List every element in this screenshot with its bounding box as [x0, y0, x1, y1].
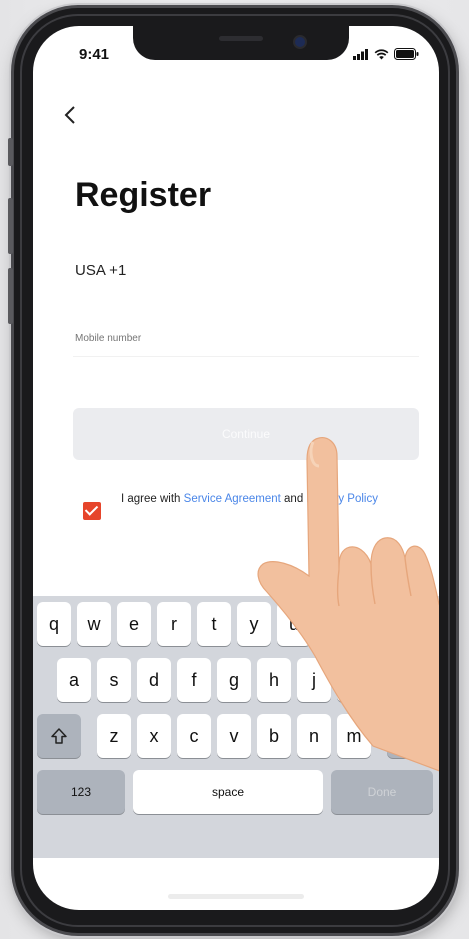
country-code-selector[interactable]: USA +1 — [75, 262, 126, 279]
battery-icon — [394, 48, 419, 60]
key-f[interactable]: f — [177, 658, 211, 702]
input-underline — [73, 356, 419, 357]
space-key[interactable]: space — [133, 770, 323, 814]
key-s[interactable]: s — [97, 658, 131, 702]
done-key[interactable]: Done — [331, 770, 433, 814]
key-r[interactable]: r — [157, 602, 191, 646]
volume-up-button — [8, 198, 13, 254]
front-camera — [293, 35, 307, 49]
key-a[interactable]: a — [57, 658, 91, 702]
signal-icon — [353, 48, 368, 60]
key-y[interactable]: y — [237, 602, 271, 646]
key-x[interactable]: x — [137, 714, 171, 758]
mute-switch — [8, 138, 13, 166]
status-time: 9:41 — [79, 46, 110, 63]
key-e[interactable]: e — [117, 602, 151, 646]
backspace-icon — [399, 728, 420, 744]
key-u[interactable]: u — [277, 602, 311, 646]
key-t[interactable]: t — [197, 602, 231, 646]
key-p[interactable]: p — [397, 602, 433, 646]
key-j[interactable]: j — [297, 658, 331, 702]
agreement-checkbox[interactable] — [83, 502, 101, 520]
backspace-key[interactable] — [387, 714, 433, 758]
back-button[interactable] — [63, 104, 77, 130]
privacy-policy-link[interactable]: Privacy Policy — [306, 493, 378, 505]
agreement-prefix: I agree with — [121, 493, 184, 505]
key-n[interactable]: n — [297, 714, 331, 758]
key-g[interactable]: g — [217, 658, 251, 702]
keyboard-row-3: z x c v b n m — [33, 714, 439, 760]
key-h[interactable]: h — [257, 658, 291, 702]
keyboard-row-4: 123 space Done — [33, 770, 439, 816]
chevron-left-icon — [64, 106, 75, 124]
volume-down-button — [8, 268, 13, 324]
keyboard-row-2: a s d f g h j k l — [33, 658, 439, 704]
keyboard: q w e r t y u i o p a s d f g h j k l z … — [33, 596, 439, 858]
status-icons — [353, 48, 419, 60]
key-k[interactable]: k — [337, 658, 371, 702]
key-q[interactable]: q — [37, 602, 71, 646]
key-c[interactable]: c — [177, 714, 211, 758]
phone-number-input[interactable] — [73, 326, 417, 350]
numbers-key[interactable]: 123 — [37, 770, 125, 814]
wifi-icon — [374, 48, 389, 59]
speaker — [219, 36, 263, 41]
agreement-text: I agree with Service Agreement and Priva… — [121, 492, 411, 506]
agreement-middle: and — [280, 493, 307, 505]
screen: 9:41 Register USA +1 Continue — [33, 26, 439, 910]
key-z[interactable]: z — [97, 714, 131, 758]
notch — [133, 26, 349, 60]
key-b[interactable]: b — [257, 714, 291, 758]
service-agreement-link[interactable]: Service Agreement — [184, 493, 281, 505]
shift-icon — [51, 728, 67, 744]
key-i[interactable]: i — [317, 602, 351, 646]
keyboard-row-1: q w e r t y u i o p — [33, 602, 439, 648]
home-indicator — [168, 894, 304, 899]
continue-button[interactable]: Continue — [73, 408, 419, 460]
key-w[interactable]: w — [77, 602, 111, 646]
key-d[interactable]: d — [137, 658, 171, 702]
key-l[interactable]: l — [377, 658, 411, 702]
key-v[interactable]: v — [217, 714, 251, 758]
key-m[interactable]: m — [337, 714, 371, 758]
key-o[interactable]: o — [357, 602, 391, 646]
shift-key[interactable] — [37, 714, 81, 758]
page-title: Register — [75, 176, 212, 214]
